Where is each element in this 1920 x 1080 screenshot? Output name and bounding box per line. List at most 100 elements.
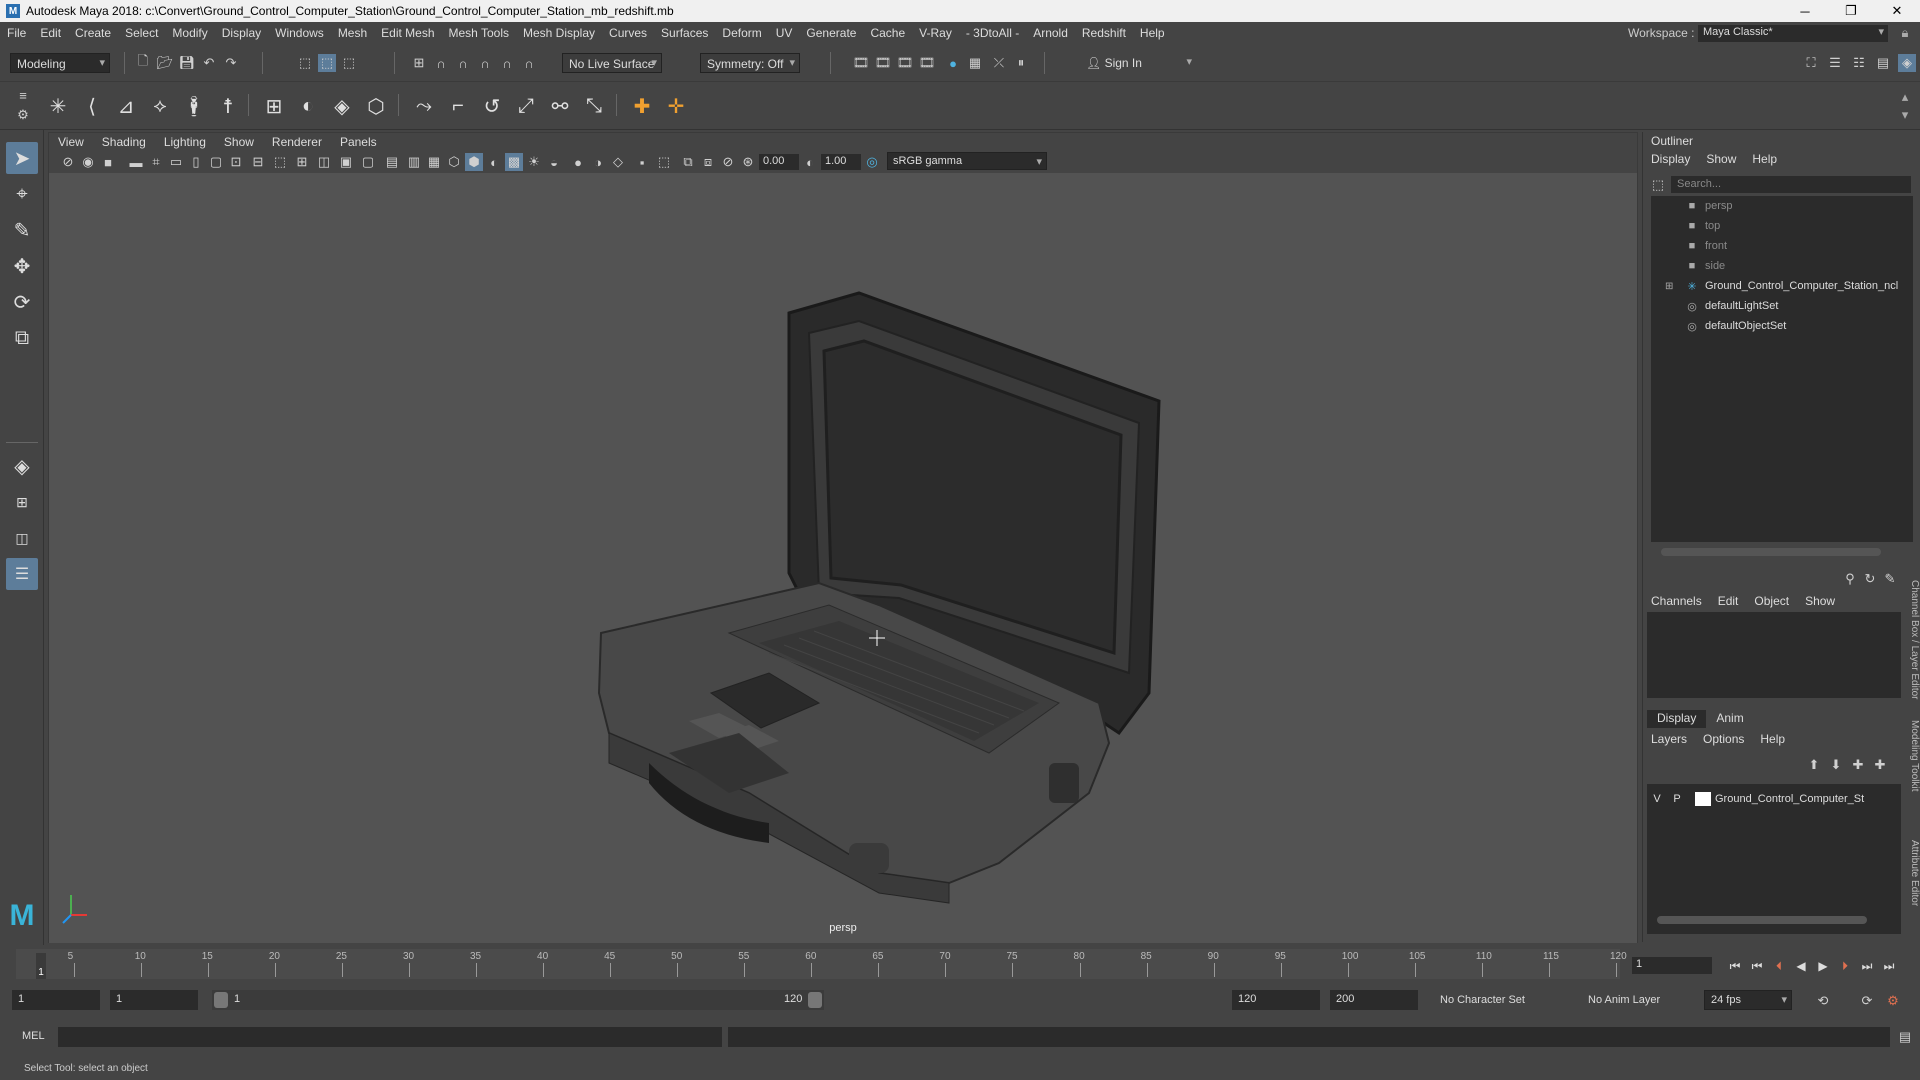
wireframe-icon[interactable]: ⬚ [271, 153, 289, 171]
field-chart-icon[interactable]: ⊡ [227, 153, 245, 171]
shelf-menu-icon[interactable]: ≡ [14, 86, 32, 104]
wireframe-on-shaded-icon[interactable]: ⬡ [445, 153, 463, 171]
menu-arnold[interactable]: Arnold [1026, 26, 1075, 40]
new-layer-selected-icon[interactable]: ✚ [1871, 756, 1889, 774]
locator-constraint-icon[interactable]: ✛ [662, 92, 690, 120]
four-view-icon[interactable]: ⊞ [6, 486, 38, 518]
animation-start-field[interactable]: 1 [12, 990, 100, 1010]
locator-icon[interactable]: ✚ [628, 92, 656, 120]
skin-bind-icon[interactable]: ⟡ [146, 92, 174, 120]
cluster-icon[interactable]: ◐ [294, 92, 322, 120]
move-layer-up-icon[interactable]: ⬆︎ [1805, 756, 1823, 774]
playback-end-field[interactable]: 120 [1232, 990, 1320, 1010]
bookmark-icon[interactable]: ■ [99, 153, 117, 171]
bounding-box-icon[interactable]: ▢ [359, 153, 377, 171]
use-all-lights-icon[interactable]: ▩ [505, 153, 523, 171]
pole-vector-icon[interactable]: ⤡ [580, 92, 608, 120]
color-space-dropdown[interactable]: sRGB gamma [887, 152, 1047, 170]
channel-box-area[interactable] [1647, 612, 1901, 698]
menu-generate[interactable]: Generate [799, 26, 863, 40]
isolate-icon[interactable]: ▤ [383, 153, 401, 171]
menu-redshift[interactable]: Redshift [1075, 26, 1133, 40]
outliner-layout-icon[interactable]: ☰ [6, 558, 38, 590]
grid-icon[interactable]: ⊞ [293, 153, 311, 171]
new-scene-icon[interactable]: 🗋 [134, 53, 152, 72]
workspace-select[interactable]: Maya Classic* [1698, 25, 1888, 42]
symmetry-dropdown[interactable]: Symmetry: Off [700, 53, 800, 73]
viewport-menu-panels[interactable]: Panels [331, 135, 386, 149]
outliner-toggle-icon[interactable]: ◈ [1898, 54, 1916, 72]
shaded-icon[interactable]: ⬢ [465, 153, 483, 171]
move-tool-icon[interactable]: ✥ [6, 250, 38, 282]
camera-select-icon[interactable]: ⊘ [59, 153, 77, 171]
layer-horizontal-scrollbar[interactable] [1657, 916, 1867, 924]
channel-edit-icon[interactable]: ✎ [1881, 570, 1899, 588]
select-component-icon[interactable]: ⬚ [340, 54, 358, 72]
menu-display[interactable]: Display [215, 26, 268, 40]
viewport-menu-show[interactable]: Show [215, 135, 263, 149]
go-to-start-icon[interactable]: ⏮︎ [1726, 957, 1744, 975]
menu-deform[interactable]: Deform [715, 26, 768, 40]
render-view-icon[interactable]: ▦ [966, 54, 984, 72]
menu-mesh-tools[interactable]: Mesh Tools [442, 26, 516, 40]
range-end-handle[interactable] [808, 992, 822, 1008]
ik-handle-icon[interactable]: ⟨ [78, 92, 106, 120]
shelf-scroll-up-icon[interactable]: ▴ [1896, 88, 1914, 106]
create-joints-icon[interactable]: ✳︎ [44, 92, 72, 120]
lock-icon[interactable]: 🔒︎ [1896, 24, 1914, 42]
anim-prefs-icon[interactable]: ⚙︎ [1884, 992, 1902, 1010]
script-editor-icon[interactable]: ▤ [1896, 1028, 1914, 1046]
ik-spline-icon[interactable]: ⊿ [112, 92, 140, 120]
layer-menu-options[interactable]: Options [1695, 732, 1752, 748]
layer-row[interactable]: V P Ground_Control_Computer_St [1647, 790, 1901, 808]
undo-icon[interactable]: ↶ [200, 54, 218, 72]
film-gate-icon[interactable]: ▭ [167, 153, 185, 171]
snap-grid-icon[interactable]: ⊞ [410, 54, 428, 72]
redo-icon[interactable]: ↷ [222, 54, 240, 72]
sign-in-dropdown[interactable]: 👤︎ Sign In [1080, 53, 1196, 73]
smooth-shade-icon[interactable]: ◫ [315, 153, 333, 171]
current-frame-field[interactable]: 1 [1632, 957, 1712, 974]
tab-anim[interactable]: Anim [1706, 710, 1753, 728]
select-hierarchy-icon[interactable]: ⬚ [296, 54, 314, 72]
render-region-icon[interactable]: 🎞︎ [852, 54, 870, 72]
modeling-toolkit-icon[interactable]: ⛶ [1802, 54, 1820, 72]
snap-surface-icon[interactable]: ∩ [498, 54, 516, 72]
select-tool-icon[interactable]: ➤ [6, 142, 38, 174]
loop-icon[interactable]: ⟲ [1814, 992, 1832, 1010]
viewport-menu-lighting[interactable]: Lighting [155, 135, 215, 149]
outliner-item-default-light-set[interactable]: ◎ defaultLightSet [1651, 296, 1913, 316]
hypershade-icon[interactable]: ● [944, 54, 962, 72]
single-view-icon[interactable]: ◈ [6, 450, 38, 482]
tab-channel-box-layer-editor[interactable]: Channel Box / Layer Editor [1902, 580, 1920, 700]
rotate-tool-icon[interactable]: ⟳ [6, 286, 38, 318]
outliner-menu-display[interactable]: Display [1643, 152, 1698, 168]
aim-constraint-icon[interactable]: ⌐ [444, 92, 472, 120]
lattice-icon[interactable]: ⊞ [260, 92, 288, 120]
point-constraint-icon[interactable]: ⤳ [410, 92, 438, 120]
outliner-menu-show[interactable]: Show [1698, 152, 1744, 168]
channel-reset-icon[interactable]: ↻ [1861, 570, 1879, 588]
step-back-key-icon[interactable]: ⏮︎ [1748, 957, 1766, 975]
backface-culling-icon[interactable]: ⧈ [699, 153, 717, 171]
redshift-render-icon[interactable]: ⤫ [990, 54, 1008, 72]
menu-uv[interactable]: UV [769, 26, 800, 40]
minimize-button[interactable]: ─ [1782, 0, 1828, 22]
maximize-button[interactable]: ❐ [1828, 0, 1874, 22]
image-plane-icon[interactable]: ▬ [127, 153, 145, 171]
xray-joints-icon[interactable]: ⬚ [655, 153, 673, 171]
viewport-canvas[interactable] [49, 173, 1637, 943]
motion-blur-icon[interactable]: ● [569, 153, 587, 171]
resolution-gate-icon[interactable]: ▯ [187, 153, 205, 171]
menu-modify[interactable]: Modify [165, 26, 214, 40]
snap-curve-icon[interactable]: ∩ [432, 54, 450, 72]
xray-icon[interactable]: ▥ [405, 153, 423, 171]
menu-create[interactable]: Create [68, 26, 118, 40]
open-scene-icon[interactable]: 📂︎ [156, 54, 174, 72]
exposure-icon[interactable]: ⊛ [739, 153, 757, 171]
save-scene-icon[interactable]: 💾︎ [178, 54, 196, 72]
outliner-search-input[interactable]: Search... [1671, 176, 1911, 193]
outliner-item-top[interactable]: ■ top [1651, 216, 1913, 236]
menu-curves[interactable]: Curves [602, 26, 654, 40]
blendshape-icon[interactable]: ⬡ [362, 92, 390, 120]
